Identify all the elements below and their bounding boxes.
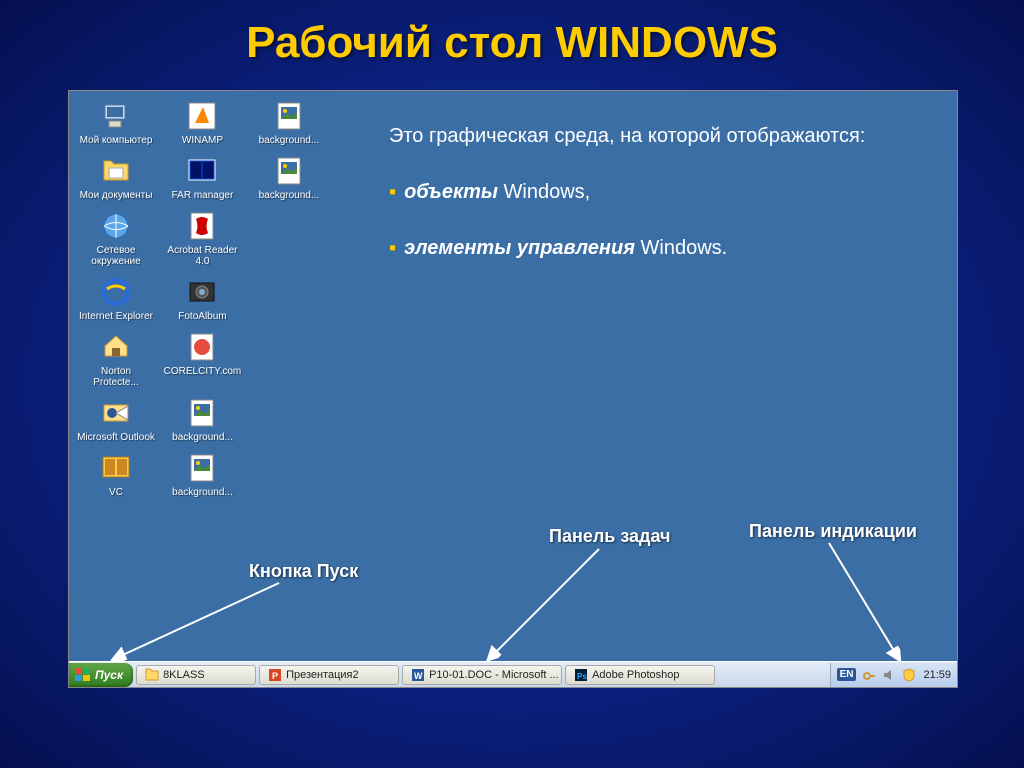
system-tray: EN 21:59: [830, 663, 957, 687]
svg-text:Ps: Ps: [577, 672, 587, 681]
icon-label: Сетевое окружение: [77, 245, 155, 267]
task-label: Adobe Photoshop: [592, 669, 679, 681]
taskbar-item-folder[interactable]: 8KLASS: [136, 665, 256, 685]
tray-volume-icon[interactable]: [881, 667, 897, 683]
icon-label: WINAMP: [182, 135, 223, 146]
taskbar-item-photoshop[interactable]: Ps Adobe Photoshop: [565, 665, 715, 685]
icon-label: Мой компьютер: [80, 135, 153, 146]
annotation-taskbar: Панель задач: [549, 526, 671, 547]
windows-flag-icon: [75, 668, 91, 682]
start-label: Пуск: [95, 668, 123, 682]
photoshop-icon: Ps: [574, 668, 588, 682]
fotoalbum-icon: [185, 275, 219, 309]
tray-shield-icon[interactable]: [901, 667, 917, 683]
ie-icon: [99, 275, 133, 309]
corel-icon: [185, 330, 219, 364]
task-label: Презентация2: [286, 669, 359, 681]
icon-fotoalbum[interactable]: FotoAlbum: [161, 275, 243, 322]
icon-label: background...: [172, 487, 233, 498]
icon-background-img-3[interactable]: background...: [161, 396, 243, 443]
taskbar: Пуск 8KLASS P Презентация2 W P10-01.DOC …: [69, 661, 957, 687]
tray-key-icon[interactable]: [861, 667, 877, 683]
far-icon: [185, 154, 219, 188]
acrobat-icon: [185, 209, 219, 243]
desc-bullet-1: объекты Windows,: [389, 177, 919, 207]
folder-icon: [145, 668, 159, 682]
image-file-icon: [272, 154, 306, 188]
image-file-icon: [185, 396, 219, 430]
icon-label: Norton Protecte...: [77, 366, 155, 388]
task-label: P10-01.DOC - Microsoft ...: [429, 669, 559, 681]
icon-corel[interactable]: CORELCITY.com: [161, 330, 243, 377]
word-icon: W: [411, 668, 425, 682]
svg-text:W: W: [414, 671, 423, 681]
icon-label: Acrobat Reader 4.0: [163, 245, 241, 267]
powerpoint-icon: P: [268, 668, 282, 682]
desc-bullet-2: элементы управления Windows.: [389, 233, 919, 263]
tray-clock[interactable]: 21:59: [923, 669, 951, 681]
icon-label: FAR manager: [172, 190, 234, 201]
description-text: Это графическая среда, на которой отобра…: [389, 121, 919, 289]
icon-my-computer[interactable]: Мой компьютер: [75, 99, 157, 146]
norton-icon: [99, 330, 133, 364]
icon-acrobat[interactable]: Acrobat Reader 4.0: [161, 209, 243, 267]
image-file-icon: [272, 99, 306, 133]
icon-norton[interactable]: Norton Protecte...: [75, 330, 157, 388]
icon-label: background...: [259, 135, 320, 146]
icon-label: Мои документы: [80, 190, 153, 201]
icon-my-documents[interactable]: Мои документы: [75, 154, 157, 201]
icon-ie[interactable]: Internet Explorer: [75, 275, 157, 322]
icon-winamp[interactable]: WINAMP: [161, 99, 243, 146]
folder-docs-icon: [99, 154, 133, 188]
taskbar-item-word[interactable]: W P10-01.DOC - Microsoft ...: [402, 665, 562, 685]
language-indicator[interactable]: EN: [837, 668, 857, 681]
icon-label: FotoAlbum: [178, 311, 226, 322]
task-label: 8KLASS: [163, 669, 205, 681]
icon-label: CORELCITY.com: [164, 366, 242, 377]
desktop-screenshot: Мой компьютер WINAMP background... Мои д…: [68, 90, 958, 688]
outlook-icon: [99, 396, 133, 430]
winamp-icon: [185, 99, 219, 133]
taskbar-item-ppt[interactable]: P Презентация2: [259, 665, 399, 685]
icon-background-img-1[interactable]: background...: [248, 99, 330, 146]
network-icon: [99, 209, 133, 243]
icon-label: VC: [109, 487, 123, 498]
icon-network[interactable]: Сетевое окружение: [75, 209, 157, 267]
icon-outlook[interactable]: Microsoft Outlook: [75, 396, 157, 443]
start-button[interactable]: Пуск: [69, 663, 133, 687]
icon-label: background...: [172, 432, 233, 443]
icon-background-img-2[interactable]: background...: [248, 154, 330, 201]
annotation-start: Кнопка Пуск: [249, 561, 358, 582]
icon-label: Internet Explorer: [79, 311, 153, 322]
desc-intro: Это графическая среда, на которой отобра…: [389, 121, 919, 151]
icon-far-manager[interactable]: FAR manager: [161, 154, 243, 201]
desktop-icons-area: Мой компьютер WINAMP background... Мои д…: [69, 91, 369, 510]
icon-label: Microsoft Outlook: [77, 432, 155, 443]
slide-title: Рабочий стол WINDOWS: [0, 0, 1024, 78]
annotation-tray: Панель индикации: [749, 521, 917, 542]
image-file-icon: [185, 451, 219, 485]
icon-background-img-4[interactable]: background...: [161, 451, 243, 498]
computer-icon: [99, 99, 133, 133]
vc-icon: [99, 451, 133, 485]
icon-vc[interactable]: VC: [75, 451, 157, 498]
svg-text:P: P: [272, 671, 278, 681]
icon-label: background...: [259, 190, 320, 201]
